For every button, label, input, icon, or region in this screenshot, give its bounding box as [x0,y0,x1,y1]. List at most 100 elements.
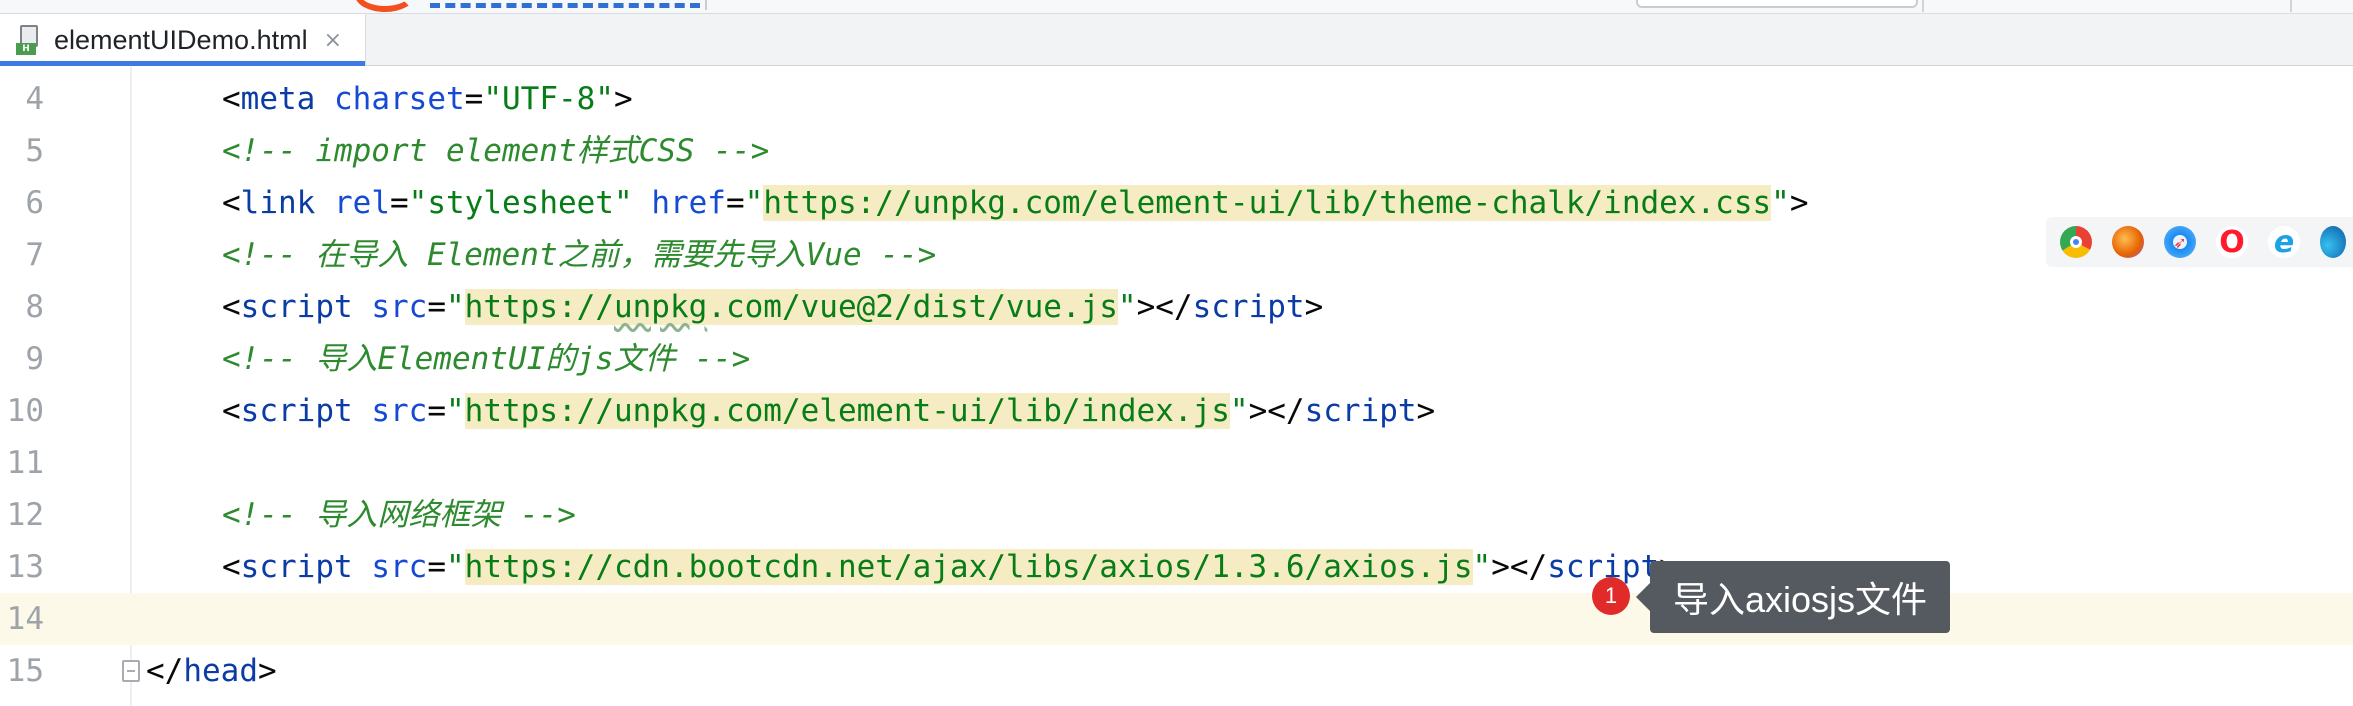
annotation-step-badge: 1 [1592,577,1630,615]
code-token: </ [146,653,184,689]
toolbar-divider [705,0,707,10]
code-token: " [446,289,465,325]
code-token: " [446,393,465,429]
code-token: " [1771,185,1790,221]
line-number[interactable]: 6 [0,177,44,229]
code-token: ></ [1136,289,1193,325]
code-line[interactable]: 13 <script src="https://cdn.bootcdn.net/a… [0,541,2353,593]
code-text: <meta charset="UTF-8"> [222,73,633,125]
code-token: href [651,185,726,221]
code-text: <!-- 在导入 Element之前，需要先导入Vue --> [222,229,936,281]
code-line[interactable]: 14 [0,593,2353,645]
code-token: head [183,653,258,689]
line-number[interactable]: 5 [0,125,44,177]
code-line[interactable]: 12 <!-- 导入网络框架 --> [0,489,2353,541]
url-string: https://unpkg.com/element-ui/lib/index.j… [464,393,1230,429]
tab-title: elementUIDemo.html [54,24,308,55]
code-token: < [222,185,241,221]
code-token: < [222,81,241,117]
line-number[interactable]: 13 [0,541,44,593]
comment: <!-- 导入网络框架 --> [222,497,576,533]
code-text: <!-- 导入网络框架 --> [222,489,576,541]
browser-preview-bar: ➶ Oe [2046,217,2353,267]
code-line[interactable]: 4 <meta charset="UTF-8"> [0,73,2353,125]
code-token: > [257,653,277,689]
code-text: <script src="https://unpkg.com/element-u… [222,385,1435,437]
code-token: = [427,289,446,325]
toolbar-logo-fragment [355,0,415,12]
code-token: > [613,81,633,117]
firefox-icon[interactable] [2112,226,2144,258]
chrome-icon[interactable] [2060,226,2092,258]
toolbar-divider [1922,0,1924,12]
ie-icon[interactable]: e [2268,225,2300,260]
code-token: < [222,549,241,585]
code-token: > [1416,393,1436,429]
code-token: " [744,185,764,221]
code-text: <link rel="stylesheet" href="https://unp… [222,177,1809,229]
code-token: charset [334,81,465,117]
fold-icon[interactable] [122,660,140,682]
top-toolbar-fragment [0,0,2353,14]
code-token: > [1304,289,1324,325]
code-token: = [390,185,409,221]
code-token: src [371,289,428,325]
code-line[interactable]: 5 <!-- import element样式CSS --> [0,125,2353,177]
code-token: " [446,549,465,585]
code-line[interactable]: 10 <script src="https://unpkg.com/element… [0,385,2353,437]
editor-tab-bar: H elementUIDemo.html × [0,14,2353,66]
code-text: </head> [146,645,277,697]
code-line[interactable]: 15 </head> [0,645,2353,697]
code-token: > [1789,185,1809,221]
code-token: link [240,185,316,221]
code-token: = [725,185,745,221]
code-line[interactable]: 7 <!-- 在导入 Element之前，需要先导入Vue --> [0,229,2353,281]
url-string: https://unpkg.com/element-ui/lib/theme-c… [763,185,1772,221]
code-text: <!-- import element样式CSS --> [222,125,769,177]
line-number[interactable]: 7 [0,229,44,281]
line-number[interactable]: 12 [0,489,44,541]
code-token: " [1229,393,1249,429]
line-number[interactable]: 10 [0,385,44,437]
line-number[interactable]: 4 [0,73,44,125]
line-number[interactable]: 14 [0,593,44,645]
code-token: < [222,289,241,325]
url-string: https://cdn.bootcdn.net/ajax/libs/axios/… [464,549,1473,585]
code-token: script [1304,393,1417,429]
code-token: "stylesheet" [408,185,633,221]
code-token: meta [240,81,316,117]
toolbar-search-fragment[interactable] [1636,0,1918,8]
safari-icon[interactable]: ➶ [2164,226,2196,258]
code-token: < [222,393,241,429]
code-token: " [1117,289,1137,325]
line-number[interactable]: 11 [0,437,44,489]
code-line[interactable]: 9 <!-- 导入ElementUI的js文件 --> [0,333,2353,385]
code-text: <script src="https://unpkg.com/vue@2/dis… [222,281,1323,333]
close-icon[interactable]: × [324,28,342,53]
line-number[interactable]: 15 [0,645,44,697]
code-editor[interactable]: 4 <meta charset="UTF-8"> 5 <!-- import elem… [0,67,2353,706]
code-line[interactable]: 6 <link rel="stylesheet" href="https://un… [0,177,2353,229]
code-token: = [464,81,484,117]
line-number[interactable]: 8 [0,281,44,333]
line-number[interactable]: 9 [0,333,44,385]
code-token: script [240,289,353,325]
code-token: = [427,549,446,585]
code-text: <!-- 导入ElementUI的js文件 --> [222,333,750,385]
edge-icon[interactable] [2320,226,2346,258]
comment: <!-- 导入ElementUI的js文件 --> [222,341,751,377]
code-token: rel [334,185,390,221]
comment: <!-- 在导入 Element之前，需要先导入Vue --> [222,237,937,273]
code-line[interactable]: 11 [0,437,2353,489]
opera-icon[interactable]: O [2216,225,2248,260]
code-token: = [427,393,446,429]
editor-tab-elementuidemo[interactable]: H elementUIDemo.html × [0,14,366,66]
code-line[interactable]: 8 <script src="https://unpkg.com/vue@2/di… [0,281,2353,333]
code-token: "UTF-8" [483,81,614,117]
